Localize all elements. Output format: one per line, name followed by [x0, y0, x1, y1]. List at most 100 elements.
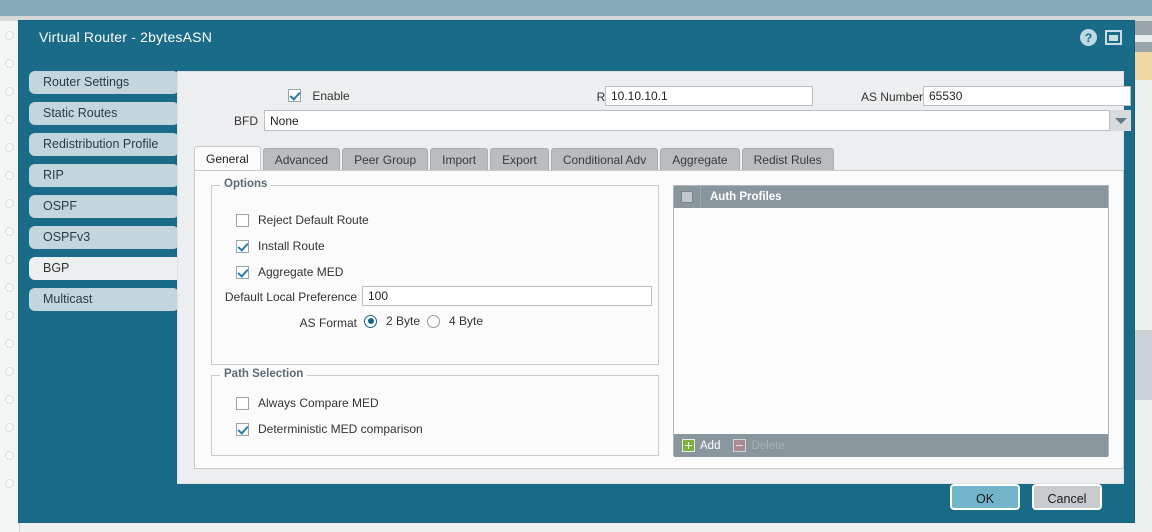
enable-checkbox[interactable]	[288, 89, 301, 103]
chevron-down-icon[interactable]	[1109, 110, 1131, 131]
help-circle-icon[interactable]: ?	[1080, 29, 1097, 46]
sidebar-item-redistribution-profile[interactable]: Redistribution Profile	[29, 133, 179, 156]
background-bullet	[5, 311, 14, 320]
options-fieldset: Options Reject Default Route Install Rou…	[211, 178, 659, 365]
install-route-row[interactable]: Install Route	[236, 239, 325, 253]
background-strip	[1134, 35, 1152, 42]
tab-export[interactable]: Export	[490, 148, 549, 171]
tab-peer-group[interactable]: Peer Group	[342, 148, 429, 171]
tab-redist-rules[interactable]: Redist Rules	[741, 148, 834, 171]
sidebar-item-ospf[interactable]: OSPF	[29, 195, 179, 218]
auth-profiles-panel: Auth Profiles Add Delete	[673, 185, 1109, 457]
sidebar-item-ospfv3[interactable]: OSPFv3	[29, 226, 179, 249]
default-local-preference-input[interactable]	[362, 286, 652, 306]
background-bullet	[5, 339, 14, 348]
background-bullet	[5, 31, 14, 40]
tab-label: General	[206, 152, 249, 166]
select-all-checkbox[interactable]	[681, 190, 693, 203]
delete-button: Delete	[733, 439, 785, 452]
as-format-2byte-option[interactable]: 2 Byte	[364, 314, 420, 328]
dialog-footer: OK Cancel	[19, 484, 1134, 522]
install-route-checkbox[interactable]	[236, 239, 249, 253]
as-format-label: AS Format	[299, 316, 357, 330]
as-format-4byte-label: 4 Byte	[449, 314, 484, 328]
add-button[interactable]: Add	[682, 439, 720, 452]
tab-label: Import	[442, 153, 477, 167]
tab-aggregate[interactable]: Aggregate	[660, 148, 740, 171]
tab-general[interactable]: General	[194, 146, 261, 171]
tab-label: Peer Group	[354, 153, 417, 167]
tab-conditional-adv[interactable]: Conditional Adv	[550, 148, 659, 171]
sidebar-item-label: Multicast	[43, 292, 93, 306]
minus-icon	[733, 439, 747, 452]
options-legend: Options	[220, 178, 272, 190]
sidebar-item-multicast[interactable]: Multicast	[29, 288, 179, 311]
sidebar-item-label: OSPFv3	[43, 230, 91, 244]
enable-label: Enable	[312, 88, 350, 103]
background-bullet	[5, 199, 14, 208]
as-number-label: AS Number	[860, 90, 923, 104]
bfd-dropdown[interactable]	[264, 110, 1131, 131]
restore-window-icon[interactable]	[1105, 30, 1122, 45]
delete-button-label: Delete	[751, 439, 785, 452]
reject-default-route-checkbox[interactable]	[236, 213, 249, 227]
background-bullet	[5, 451, 14, 460]
tab-bar: General Advanced Peer Group Import Expor…	[194, 146, 836, 171]
add-button-label: Add	[700, 439, 721, 452]
always-compare-med-row[interactable]: Always Compare MED	[236, 396, 379, 410]
sidebar-item-label: Redistribution Profile	[43, 137, 159, 151]
background-bullet	[5, 367, 14, 376]
background-highlight-strip	[1134, 52, 1152, 80]
tab-import[interactable]: Import	[430, 148, 489, 171]
as-format-2byte-label: 2 Byte	[386, 314, 421, 328]
background-block	[1134, 330, 1152, 400]
sidebar-item-router-settings[interactable]: Router Settings	[29, 71, 179, 94]
as-format-4byte-radio[interactable]	[427, 314, 440, 328]
enable-checkbox-group[interactable]: Enable	[288, 88, 350, 103]
tab-label: Aggregate	[672, 153, 728, 167]
background-strip	[1134, 42, 1152, 52]
background-left-column	[0, 21, 20, 532]
background-bullet	[5, 227, 14, 236]
as-format-4byte-option[interactable]: 4 Byte	[427, 314, 483, 328]
path-selection-legend: Path Selection	[220, 368, 308, 380]
reject-default-route-row[interactable]: Reject Default Route	[236, 213, 369, 227]
background-bullet	[5, 423, 14, 432]
general-tab-panel: Options Reject Default Route Install Rou…	[194, 170, 1124, 469]
sidebar-item-rip[interactable]: RIP	[29, 164, 179, 187]
background-bullet	[5, 255, 14, 264]
plus-icon	[682, 439, 695, 452]
tab-label: Export	[502, 153, 537, 167]
bgp-settings-card: Enable Router ID AS Number BFD General A…	[177, 71, 1131, 484]
aggregate-med-checkbox[interactable]	[236, 265, 249, 279]
ok-button[interactable]: OK	[950, 484, 1020, 510]
tab-advanced[interactable]: Advanced	[262, 148, 341, 171]
background-bullet	[5, 395, 14, 404]
sidebar-item-label: Router Settings	[43, 75, 130, 89]
tab-label: Advanced	[274, 153, 329, 167]
bfd-value[interactable]	[264, 110, 1131, 131]
reject-default-route-label: Reject Default Route	[258, 213, 369, 227]
aggregate-med-row[interactable]: Aggregate MED	[236, 265, 343, 279]
install-route-label: Install Route	[258, 239, 325, 253]
deterministic-med-row[interactable]: Deterministic MED comparison	[236, 422, 423, 436]
always-compare-med-checkbox[interactable]	[236, 396, 249, 410]
as-number-input[interactable]	[923, 86, 1131, 106]
dialog-titlebar: Virtual Router - 2bytesASN ?	[19, 21, 1134, 54]
dialog-title: Virtual Router - 2bytesASN	[39, 29, 213, 45]
sidebar-item-static-routes[interactable]: Static Routes	[29, 102, 179, 125]
path-selection-fieldset: Path Selection Always Compare MED Determ…	[211, 368, 659, 456]
auth-profiles-list[interactable]	[674, 208, 1108, 434]
deterministic-med-checkbox[interactable]	[236, 422, 249, 436]
sidebar-item-bgp[interactable]: BGP	[29, 257, 189, 280]
background-bullet	[5, 283, 14, 292]
deterministic-med-label: Deterministic MED comparison	[258, 422, 423, 436]
background-bullet	[5, 171, 14, 180]
background-bullet	[5, 143, 14, 152]
auth-profiles-column-header: Auth Profiles	[710, 190, 782, 203]
restore-glyph	[1109, 34, 1118, 41]
as-format-2byte-radio[interactable]	[364, 314, 377, 328]
background-strip	[1134, 21, 1152, 35]
cancel-button[interactable]: Cancel	[1032, 484, 1102, 510]
help-glyph: ?	[1084, 30, 1093, 45]
